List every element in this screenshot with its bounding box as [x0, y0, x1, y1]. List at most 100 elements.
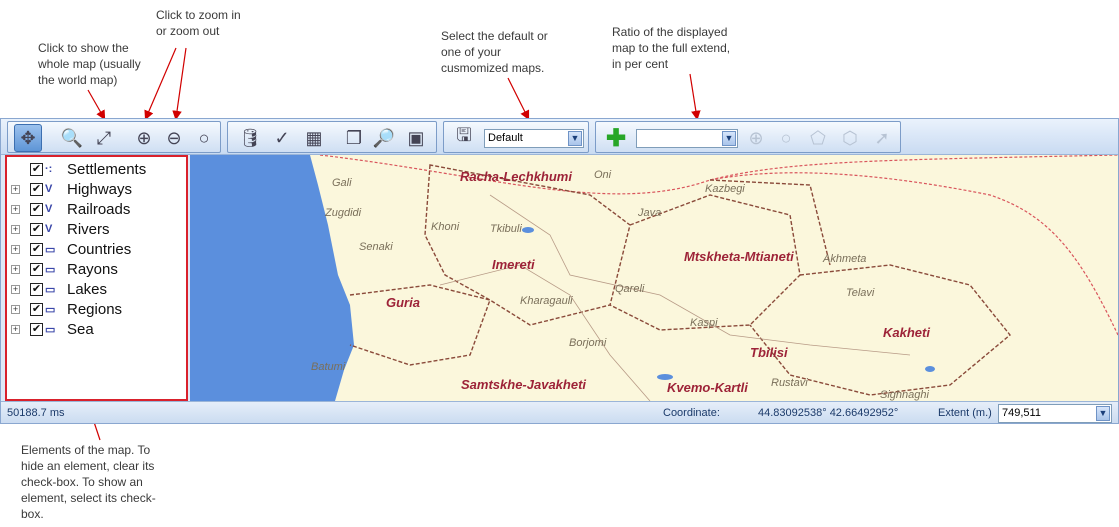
map-select[interactable]: Default ▼: [484, 129, 584, 148]
layer-tools-group: 🛢 ✓ ▦ ❐ 🔎 ▣: [227, 121, 437, 153]
annotation-whole-map: Click to show the whole map (usually the…: [38, 41, 141, 87]
expand-icon[interactable]: +: [11, 284, 20, 294]
status-bar: 50188.7 ms Coordinate: 44.83092538° 42.6…: [1, 401, 1118, 423]
map-place-label: Rustavi: [771, 377, 808, 389]
polygon-layer-icon: ▭: [45, 323, 56, 336]
add-database-layer-button[interactable]: 🛢: [236, 124, 264, 152]
expand-icon[interactable]: +: [11, 224, 20, 234]
line-layer-icon: V: [45, 183, 53, 195]
pointer-icon[interactable]: ➚: [868, 124, 896, 152]
coordinate-label: Coordinate:: [663, 407, 720, 419]
zoom-full-extent-button[interactable]: 🔍: [58, 124, 86, 152]
point-layer-icon: ·:: [45, 163, 53, 175]
layer-label: Countries: [67, 240, 132, 258]
layer-item-lakes[interactable]: + ✔ ▭ Lakes: [11, 279, 107, 299]
layer-checkbox[interactable]: ✔: [30, 222, 43, 236]
zoom-in-button[interactable]: ⊕: [130, 124, 158, 152]
layer-item-sea[interactable]: + ✔ ▭ Sea: [11, 319, 94, 339]
edit-group: ✚ ▼ ⊕ ○ ⬠ ⬡ ➚: [595, 121, 901, 153]
map-place-label: Kaspi: [690, 317, 718, 329]
map-select-value: Default: [488, 132, 523, 144]
annotation-ratio: Ratio of the displayed map to the full e…: [612, 25, 731, 71]
map-place-label: Kazbegi: [705, 183, 745, 195]
expand-icon[interactable]: +: [11, 244, 20, 254]
map-select-group: 🖫 Default ▼: [443, 121, 589, 153]
map-region-label: Guria: [386, 295, 420, 310]
layer-checkbox[interactable]: ✔: [30, 282, 43, 296]
zoom-button[interactable]: ○: [190, 124, 218, 152]
add-point-icon[interactable]: ⊕: [742, 124, 770, 152]
layer-item-railroads[interactable]: + ✔ V Railroads: [11, 199, 130, 219]
expand-icon[interactable]: +: [11, 204, 20, 214]
region-border: [749, 264, 1011, 396]
layer-checkbox[interactable]: ✔: [30, 202, 43, 216]
layer-panel: +✔·:Settlements+✔VHighways+✔VRailroads+✔…: [5, 155, 188, 401]
add-raster-layer-button[interactable]: ▦: [300, 124, 328, 152]
map-region-label: Tbilisi: [750, 345, 788, 360]
layer-checkbox[interactable]: ✔: [30, 322, 43, 336]
expand-icon[interactable]: +: [11, 324, 20, 334]
toolbar: ✥ 🔍 ⤢ ⊕ ⊖ ○ 🛢 ✓ ▦ ❐ 🔎 ▣ 🖫 Default ▼ ✚ ▼ …: [1, 119, 1118, 155]
show-whole-map-button[interactable]: ⤢: [90, 124, 118, 152]
layer-checkbox[interactable]: ✔: [30, 182, 43, 196]
coordinate-value: 44.83092538° 42.66492952°: [758, 407, 899, 419]
layer-label: Railroads: [67, 200, 131, 218]
ratio-select[interactable]: ▼: [636, 129, 738, 148]
polygon-layer-icon: ▭: [45, 303, 56, 316]
layer-item-countries[interactable]: + ✔ ▭ Countries: [11, 239, 131, 259]
map-place-label: Tkibuli: [490, 223, 522, 235]
map-place-label: Zugdidi: [325, 207, 362, 219]
extent-value: 749,511: [1002, 407, 1041, 419]
chevron-down-icon[interactable]: ▼: [568, 131, 582, 146]
layer-item-rivers[interactable]: + ✔ V Rivers: [11, 219, 110, 239]
layer-checkbox[interactable]: ✔: [30, 262, 43, 276]
polygon-layer-icon: ▭: [45, 243, 56, 256]
map-place-label: Kharagauli: [520, 295, 573, 307]
expand-icon[interactable]: +: [11, 264, 20, 274]
expand-icon[interactable]: +: [11, 304, 20, 314]
chevron-down-icon[interactable]: ▼: [1096, 406, 1110, 421]
line-layer-icon: V: [45, 203, 53, 215]
map-place-label: Gali: [332, 177, 352, 189]
layer-checkbox[interactable]: ✔: [30, 302, 43, 316]
pan-button[interactable]: ✥: [14, 124, 42, 152]
layer-label: Sea: [67, 320, 94, 338]
map-region-label: Samtskhe-Javakheti: [461, 377, 587, 392]
annotation-zoom: Click to zoom in or zoom out: [156, 8, 241, 38]
map-place-label: Oni: [594, 169, 612, 181]
lake: [925, 366, 935, 372]
highway-line: [489, 194, 911, 356]
layer-checkbox[interactable]: ✔: [30, 162, 43, 176]
save-map-icon[interactable]: 🖫: [450, 124, 478, 152]
expand-icon[interactable]: +: [11, 184, 20, 194]
line-layer-icon: V: [45, 223, 53, 235]
render-time: 50188.7 ms: [7, 407, 65, 419]
copy-layer-button[interactable]: ❐: [340, 124, 368, 152]
region-border: [349, 284, 491, 366]
add-polygon-icon[interactable]: ⬠: [804, 124, 832, 152]
extent-select[interactable]: 749,511 ▼: [998, 404, 1112, 423]
add-vector-layer-button[interactable]: ✓: [268, 124, 296, 152]
map-region-label: Kakheti: [883, 325, 930, 340]
layer-item-regions[interactable]: + ✔ ▭ Regions: [11, 299, 122, 319]
layer-label: Rivers: [67, 220, 110, 238]
layer-label: Rayons: [67, 260, 118, 278]
map-place-label: Qareli: [615, 283, 645, 295]
circle-icon[interactable]: ○: [772, 124, 800, 152]
map-canvas[interactable]: Gali Oni Kazbegi Zugdidi Java Khoni Tkib…: [190, 155, 1118, 401]
navigation-group: ✥ 🔍 ⤢ ⊕ ⊖ ○: [7, 121, 221, 153]
polygon-icon[interactable]: ⬡: [836, 124, 864, 152]
google-maps-button[interactable]: ▣: [402, 124, 430, 152]
zoom-out-button[interactable]: ⊖: [160, 124, 188, 152]
layer-item-settlements[interactable]: +✔·:Settlements: [11, 159, 146, 179]
gis-viewer: ✥ 🔍 ⤢ ⊕ ⊖ ○ 🛢 ✓ ▦ ❐ 🔎 ▣ 🖫 Default ▼ ✚ ▼ …: [0, 118, 1119, 424]
chevron-down-icon[interactable]: ▼: [722, 131, 736, 146]
map-place-label: Khoni: [431, 221, 460, 233]
layer-item-highways[interactable]: + ✔ V Highways: [11, 179, 132, 199]
layer-checkbox[interactable]: ✔: [30, 242, 43, 256]
search-objects-button[interactable]: 🔎: [370, 124, 398, 152]
layer-item-rayons[interactable]: + ✔ ▭ Rayons: [11, 259, 118, 279]
layer-label: Highways: [67, 180, 133, 198]
map-region-label: Mtskheta-Mtianeti: [684, 249, 794, 264]
add-icon[interactable]: ✚: [602, 124, 630, 152]
